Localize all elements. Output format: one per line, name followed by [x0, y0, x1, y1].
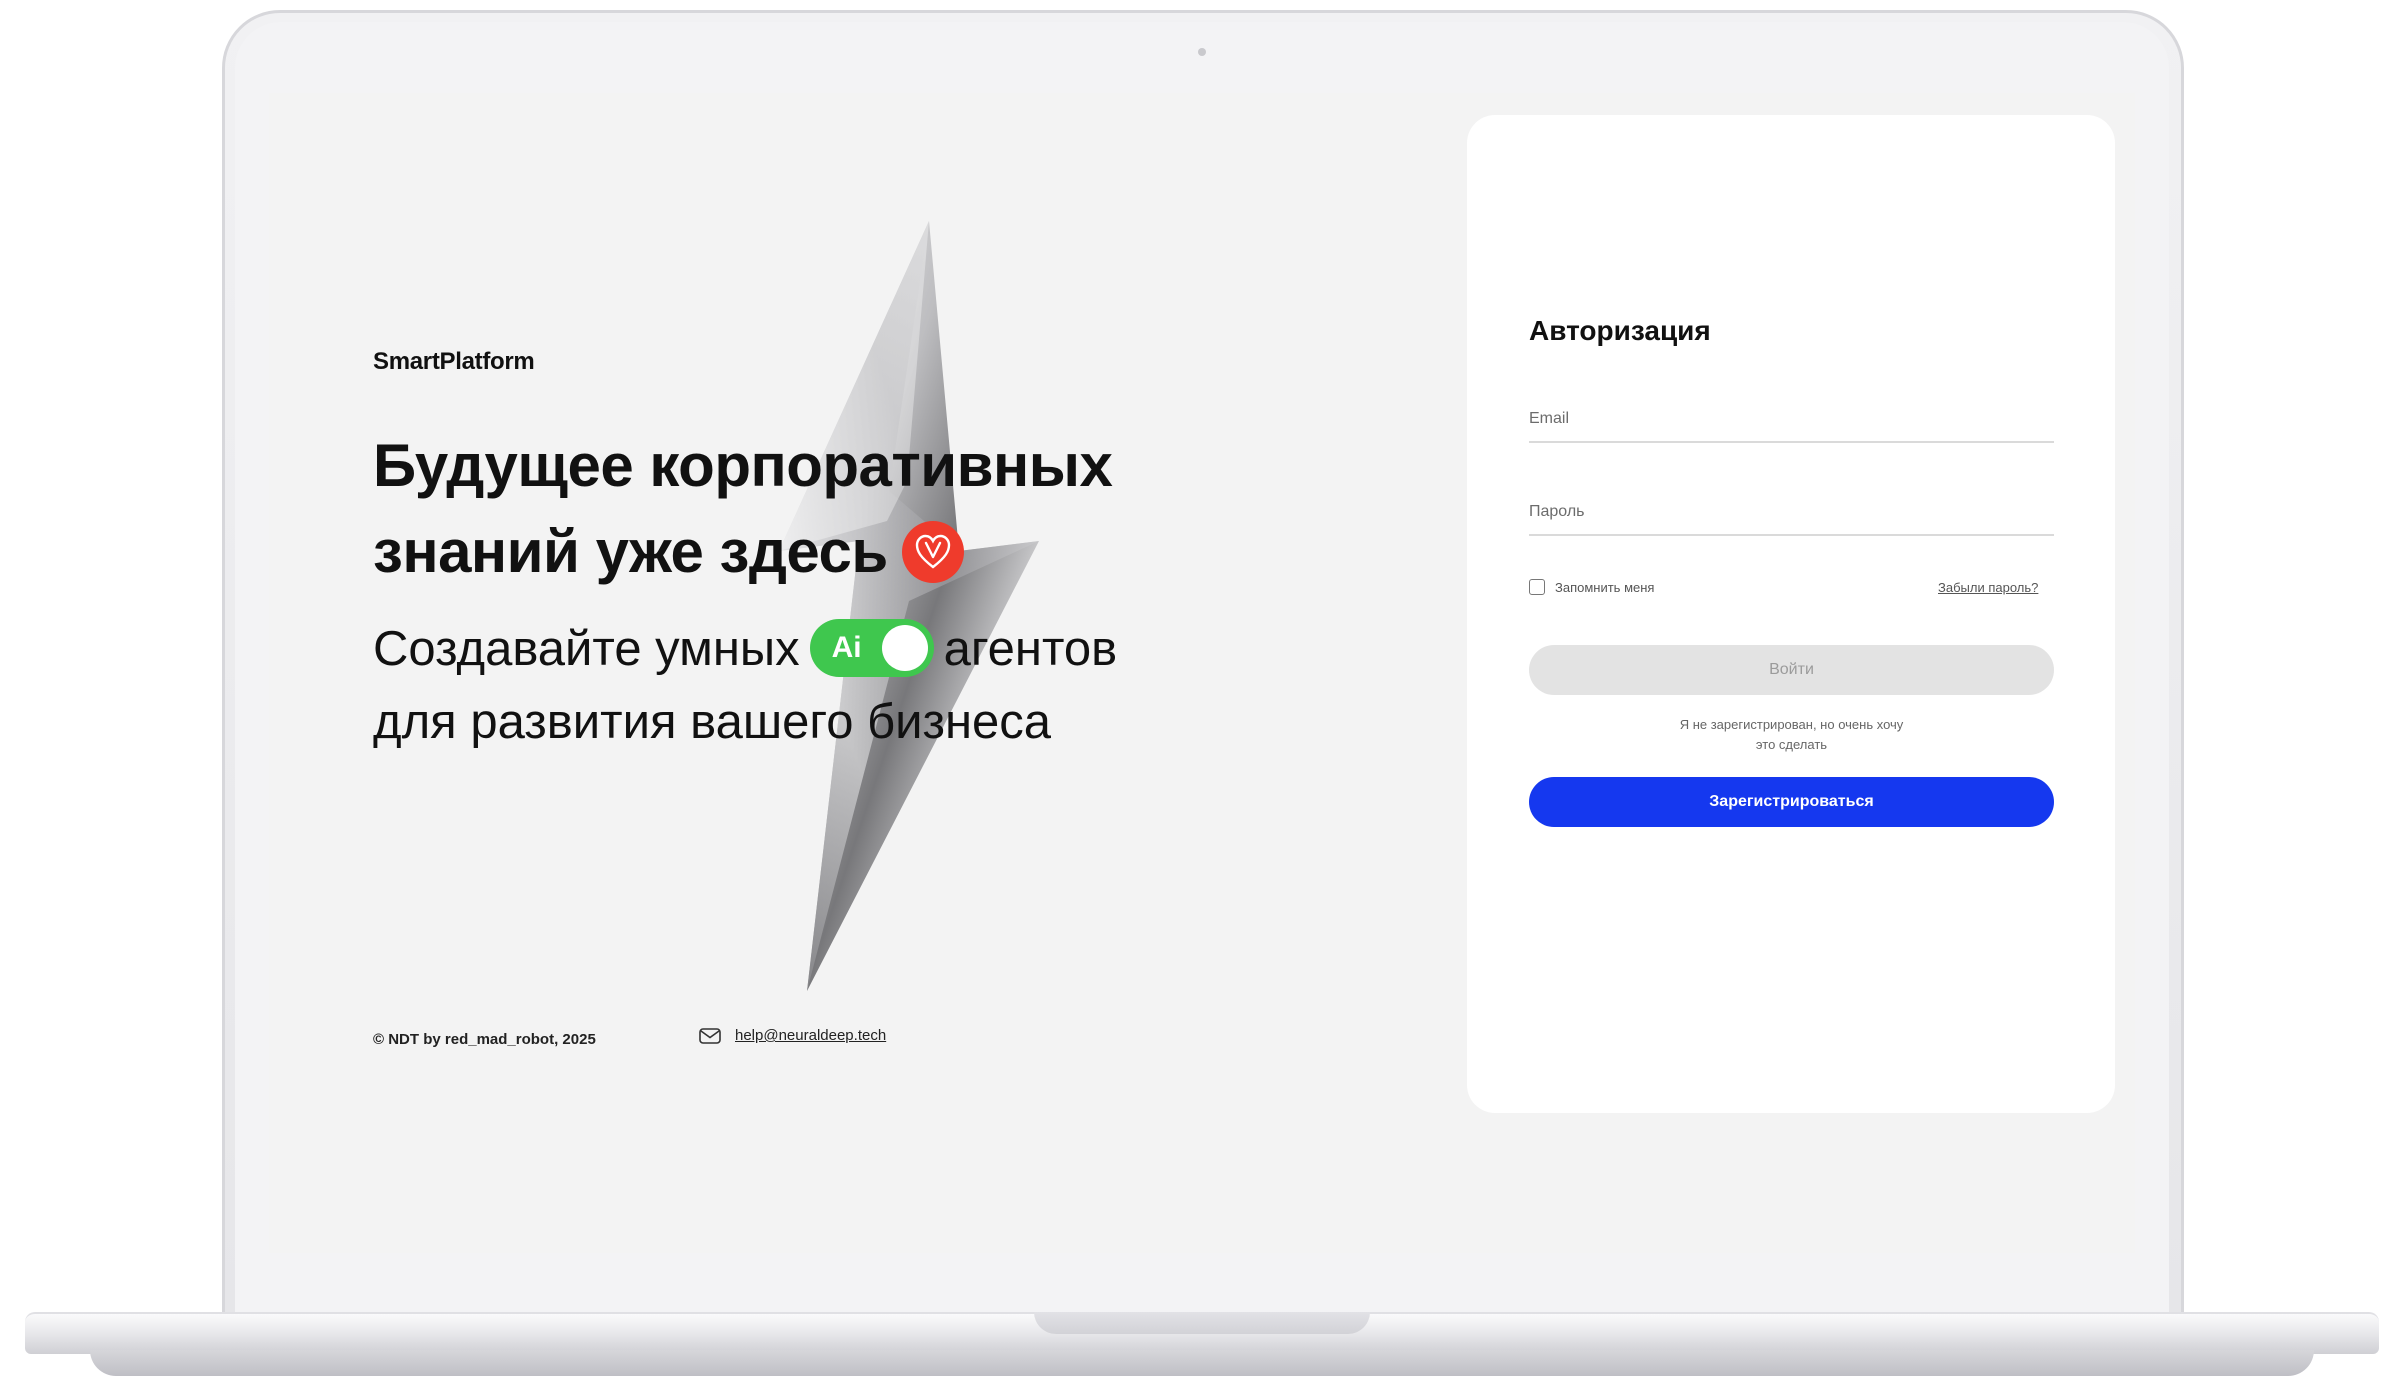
ai-toggle-label: Ai	[831, 631, 862, 665]
hero-subline: Создавайте умных Ai агентов для развития в…	[373, 613, 1117, 759]
subline-part-2: агентов	[943, 622, 1118, 676]
camera-icon	[1198, 48, 1206, 56]
subline-line-2: для развития вашего бизнеса	[373, 695, 1052, 749]
copyright-text: © NDT by red_mad_robot, 2025	[373, 1031, 596, 1048]
email-input[interactable]	[1529, 405, 2054, 433]
register-hint: Я не зарегистрирован, но очень хочу это …	[1529, 715, 2054, 755]
remember-me-label: Запомнить меня	[1555, 579, 1655, 595]
heart-icon	[901, 521, 964, 584]
remember-me-checkbox[interactable]	[1529, 579, 1545, 595]
remember-me[interactable]: Запомнить меня	[1529, 579, 1654, 595]
device-mockup: SmartPlatform Будущее корпоративных знан…	[0, 0, 2404, 1381]
headline-line-2: знаний уже здесь	[373, 518, 888, 585]
ai-toggle[interactable]: Ai	[809, 619, 934, 678]
lightning-bolt-icon	[779, 221, 1039, 991]
password-input[interactable]	[1529, 498, 2054, 526]
laptop-notch	[1034, 1312, 1370, 1334]
register-hint-line-2: это сделать	[1755, 737, 1828, 752]
support-contact: help@neuraldeep.tech	[699, 1027, 886, 1044]
headline-line-1: Будущее корпоративных	[373, 432, 1113, 499]
register-hint-line-1: Я не зарегистрирован, но очень хочу	[1679, 717, 1904, 732]
mail-icon	[699, 1027, 721, 1044]
subline-part-1: Создавайте умных	[373, 622, 800, 676]
laptop-base-bottom	[90, 1350, 2314, 1376]
forgot-password-link[interactable]: Забыли пароль?	[1938, 580, 2038, 595]
ai-toggle-knob	[881, 625, 928, 672]
login-screen: SmartPlatform Будущее корпоративных знан…	[269, 93, 2135, 1253]
auth-card: Авторизация Запомнить меня Забыли пароль…	[1467, 115, 2115, 1113]
brand-logo: SmartPlatform	[373, 348, 535, 375]
password-field-wrapper	[1529, 498, 2054, 536]
hero-headline: Будущее корпоративных знаний уже здесь	[373, 423, 1113, 595]
email-field-wrapper	[1529, 405, 2054, 443]
register-button[interactable]: Зарегистрироваться	[1529, 777, 2054, 827]
support-email-link[interactable]: help@neuraldeep.tech	[735, 1027, 886, 1044]
login-button[interactable]: Войти	[1529, 645, 2054, 695]
auth-title: Авторизация	[1529, 315, 1711, 346]
